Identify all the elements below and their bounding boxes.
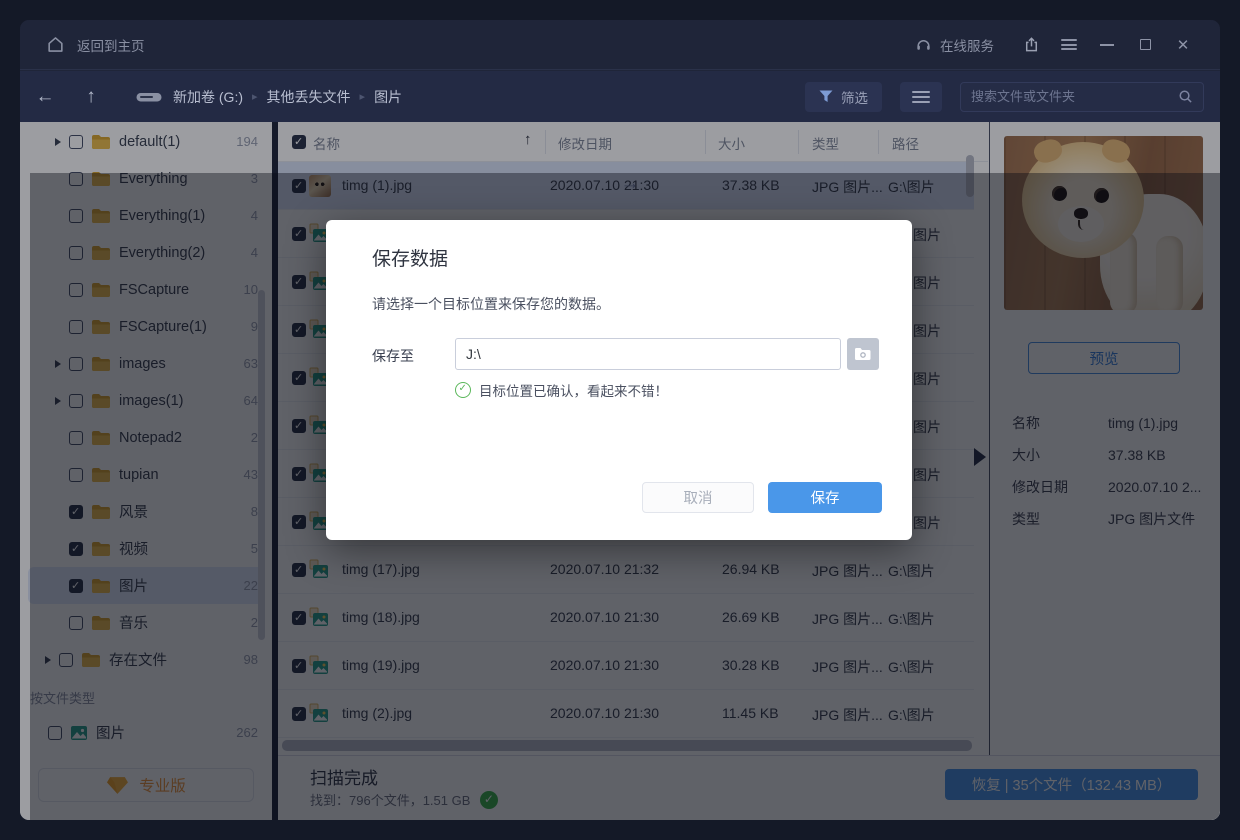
breadcrumb-item[interactable]: 新加卷 (G:) <box>173 87 243 107</box>
view-menu-button[interactable] <box>900 82 942 112</box>
search-box <box>960 82 1204 112</box>
maximize-button[interactable] <box>1126 28 1164 62</box>
online-service-button[interactable]: 在线服务 <box>915 35 994 55</box>
filter-button[interactable]: 筛选 <box>805 82 882 112</box>
maximize-icon <box>1140 39 1151 50</box>
cancel-button[interactable]: 取消 <box>642 482 754 513</box>
home-icon <box>46 35 65 54</box>
home-button[interactable]: 返回到主页 <box>20 35 145 55</box>
search-input[interactable] <box>971 89 1178 104</box>
app-window: 返回到主页 在线服务 <box>20 20 1220 820</box>
filter-label: 筛选 <box>841 87 868 107</box>
minimize-icon <box>1100 44 1114 46</box>
share-button[interactable] <box>1012 28 1050 62</box>
status-message: 目标位置已确认，看起来不错！ <box>479 380 668 400</box>
save-path-input[interactable] <box>455 338 841 370</box>
home-label: 返回到主页 <box>77 35 145 55</box>
close-button[interactable]: ✕ <box>1164 28 1202 62</box>
save-to-label: 保存至 <box>372 346 414 366</box>
filter-funnel-icon <box>819 90 833 103</box>
drive-icon <box>136 90 162 104</box>
breadcrumb-separator-icon: ▸ <box>360 90 366 103</box>
breadcrumb: 新加卷 (G:) ▸ 其他丢失文件 ▸ 图片 <box>136 87 402 107</box>
title-bar: 返回到主页 在线服务 <box>20 20 1220 70</box>
back-button[interactable]: ← <box>30 86 60 108</box>
breadcrumb-item[interactable]: 图片 <box>374 87 402 107</box>
navigation-bar: ← → ↑ 新加卷 (G:)▸其他丢失文件▸图片 筛选 <box>20 71 1220 122</box>
application: 返回到主页 在线服务 <box>0 0 1240 840</box>
breadcrumb-separator-icon: ▸ <box>252 90 258 103</box>
hamburger-icon <box>1061 39 1077 50</box>
up-button[interactable]: ↑ <box>76 86 106 108</box>
close-icon: ✕ <box>1177 36 1190 54</box>
search-icon <box>1178 89 1193 104</box>
dialog-title: 保存数据 <box>372 244 448 271</box>
minimize-button[interactable] <box>1088 28 1126 62</box>
app-menu-button[interactable] <box>1050 28 1088 62</box>
status-check-icon <box>455 382 471 398</box>
save-data-dialog: 保存数据 请选择一个目标位置来保存您的数据。 保存至 目标位置已确认，看起来不错… <box>326 220 912 540</box>
online-service-label: 在线服务 <box>940 35 994 55</box>
save-button[interactable]: 保存 <box>768 482 882 513</box>
browse-folder-button[interactable] <box>847 338 879 370</box>
browse-folder-icon <box>854 347 872 361</box>
online-service-icon <box>915 37 932 53</box>
breadcrumb-item[interactable]: 其他丢失文件 <box>267 87 351 107</box>
hamburger-icon <box>912 91 930 103</box>
destination-status: 目标位置已确认，看起来不错！ <box>455 380 668 400</box>
dialog-message: 请选择一个目标位置来保存您的数据。 <box>372 294 610 314</box>
